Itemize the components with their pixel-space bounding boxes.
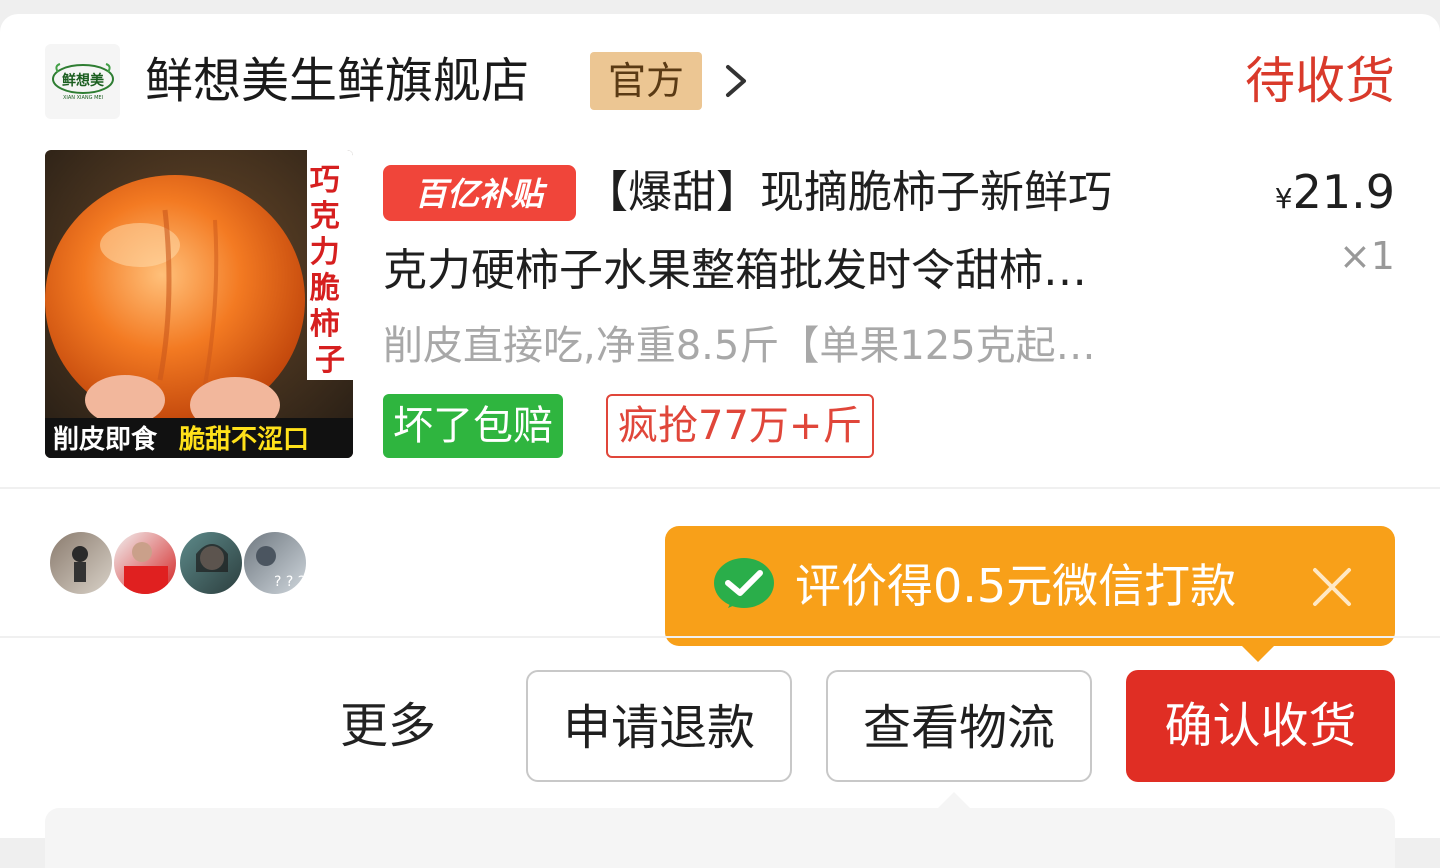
order-status: 待收货 <box>1245 52 1395 110</box>
svg-text:鲜想美: 鲜想美 <box>62 72 105 89</box>
svg-text:? ? ?: ? ? ? <box>274 574 305 590</box>
divider <box>0 636 1440 638</box>
avatar <box>48 530 114 596</box>
product-quantity: ×1 <box>1338 234 1395 278</box>
chevron-right-icon[interactable] <box>722 64 752 98</box>
shop-header[interactable]: 鲜想美 XIAN XIANG MEI 鲜想美生鲜旗舰店 官方 待收货 <box>45 44 1395 119</box>
product-title[interactable]: 百亿补贴 【爆甜】现摘脆柿子新鲜巧 克力硬柿子水果整箱批发时令甜柿… <box>383 154 1218 310</box>
svg-text:百亿补贴: 百亿补贴 <box>415 175 548 213</box>
guarantee-tag: 坏了包赔 <box>383 394 563 458</box>
confirm-receipt-button[interactable]: 确认收货 <box>1126 670 1395 782</box>
reviewer-avatars[interactable]: ? ? ? <box>48 530 318 596</box>
view-logistics-button[interactable]: 查看物流 <box>826 670 1092 782</box>
persimmon-image: 巧 克 力 脆 柿 子 削皮即食 脆甜不涩口 <box>45 150 353 458</box>
subsidy-badge: 百亿补贴 <box>383 165 576 221</box>
thumb-bottom-text-1: 削皮即食 <box>53 424 158 455</box>
product-image[interactable]: 巧 克 力 脆 柿 子 削皮即食 脆甜不涩口 <box>45 150 353 458</box>
thumb-bottom-text-2: 脆甜不涩口 <box>179 424 309 455</box>
product-title-line2: 克力硬柿子水果整箱批发时令甜柿… <box>383 245 1087 296</box>
product-title-line1: 【爆甜】现摘脆柿子新鲜巧 <box>584 167 1112 218</box>
thumb-vertical-text: 巧 克 力 脆 柿 子 <box>309 163 350 378</box>
order-card: 鲜想美 XIAN XIANG MEI 鲜想美生鲜旗舰店 官方 待收货 巧 克 力… <box>0 14 1440 868</box>
review-reward-tooltip[interactable]: 评价得0.5元微信打款 <box>665 526 1395 646</box>
shop-logo-icon: 鲜想美 XIAN XIANG MEI <box>51 62 114 101</box>
more-button[interactable]: 更多 <box>340 696 436 756</box>
product-spec: 削皮直接吃,净重8.5斤【单果125克起… <box>383 323 1096 369</box>
divider <box>0 487 1440 489</box>
shop-name[interactable]: 鲜想美生鲜旗舰店 <box>145 46 529 116</box>
close-icon[interactable] <box>1309 564 1355 610</box>
svg-text:XIAN XIANG MEI: XIAN XIANG MEI <box>62 95 102 101</box>
tooltip-arrow <box>1240 644 1276 662</box>
product-price: ¥21.9 <box>1275 160 1395 231</box>
price-symbol: ¥ <box>1274 182 1293 215</box>
official-badge: 官方 <box>590 52 702 110</box>
bottom-strip-arrow <box>938 792 970 808</box>
sales-tag: 疯抢77万+斤 <box>606 394 875 458</box>
price-value: 21.9 <box>1292 165 1395 219</box>
apply-refund-button[interactable]: 申请退款 <box>526 670 792 782</box>
shop-logo[interactable]: 鲜想美 XIAN XIANG MEI <box>45 44 120 119</box>
logistics-preview-strip[interactable] <box>45 808 1395 868</box>
avatar <box>178 530 244 596</box>
review-tip-text: 评价得0.5元微信打款 <box>795 559 1237 613</box>
avatar: ? ? ? <box>242 530 308 596</box>
avatar <box>112 530 178 596</box>
wechat-pay-icon <box>714 558 774 608</box>
